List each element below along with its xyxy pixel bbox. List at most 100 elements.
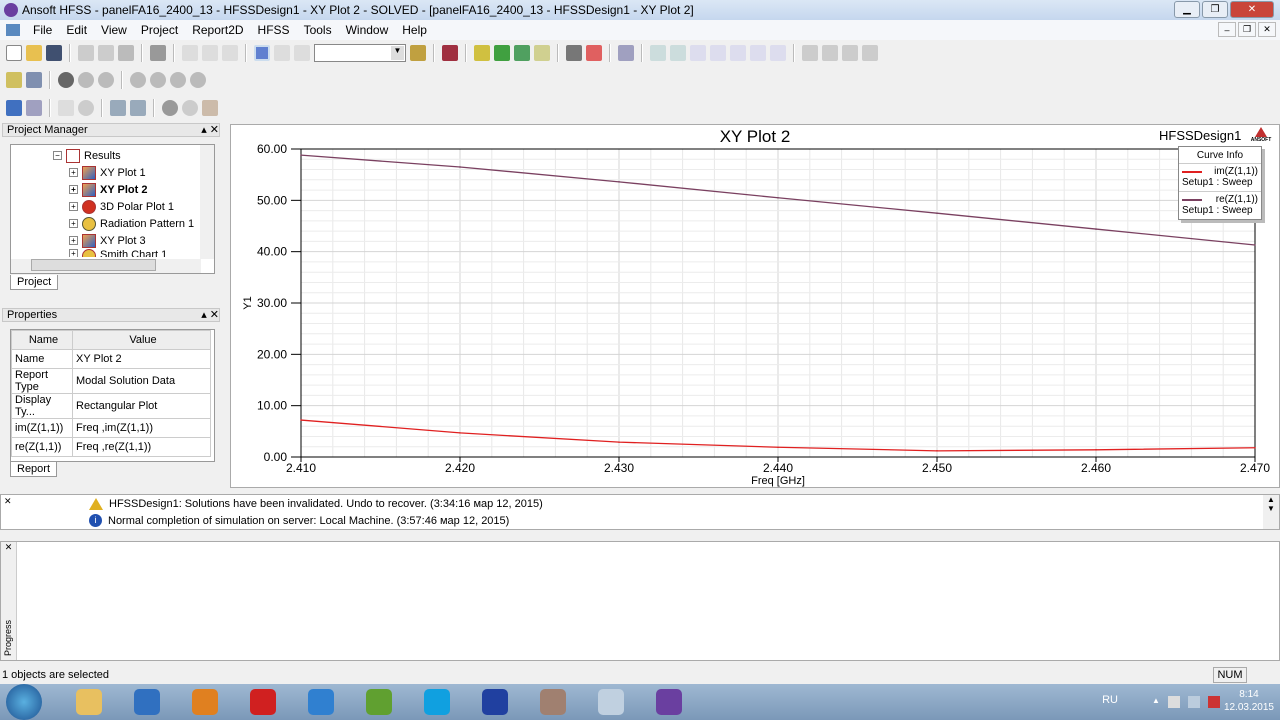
taskbar-app-tool[interactable] (526, 685, 580, 719)
show-hidden-icons[interactable]: ▲ (1152, 696, 1160, 708)
undo-icon[interactable] (202, 45, 218, 61)
taskbar-app-hfss[interactable] (642, 685, 696, 719)
select-icon[interactable] (254, 45, 270, 61)
view-2-icon[interactable] (78, 72, 94, 88)
property-row[interactable]: Name XY Plot 2 (11, 349, 211, 369)
taskbar-app-media[interactable] (120, 685, 174, 719)
help-icon[interactable] (6, 72, 22, 88)
taskbar-app-calculator[interactable] (584, 685, 638, 719)
property-row[interactable]: Report Type Modal Solution Data (11, 368, 211, 394)
tree-item-xy-plot-1[interactable]: + XY Plot 1 (69, 164, 146, 181)
print-icon[interactable] (150, 45, 166, 61)
panel-pin-close-button[interactable]: ▴ ✕ (201, 124, 219, 136)
taskbar-app-opera[interactable] (236, 685, 290, 719)
view-7-icon[interactable] (190, 72, 206, 88)
menu-file[interactable]: File (26, 23, 59, 37)
menu-tools[interactable]: Tools (297, 23, 339, 37)
marker-peak-icon[interactable] (710, 45, 726, 61)
design-icon[interactable] (442, 45, 458, 61)
mdi-restore-button[interactable]: ❐ (1238, 22, 1256, 37)
xy-plot-chart[interactable]: 2.410 2.420 2.430 2.440 2.450 2.460 2.470 0.00 1… (231, 125, 1279, 487)
zoom-out-icon[interactable] (130, 100, 146, 116)
clock[interactable]: 8:14 12.03.2015 (1224, 688, 1274, 714)
close-button[interactable]: ✕ (1230, 1, 1274, 18)
back-icon[interactable] (822, 45, 838, 61)
property-row[interactable]: Display Ty... Rectangular Plot (11, 393, 211, 419)
menu-hfss[interactable]: HFSS (251, 23, 297, 37)
tree-vertical-scrollbar[interactable] (200, 145, 214, 259)
property-row[interactable]: re(Z(1,1)) Freq ,re(Z(1,1)) (11, 437, 211, 457)
legend[interactable]: Curve Info im(Z(1,1)) Setup1 : Sweep re(… (1178, 146, 1262, 220)
plot-icon[interactable] (618, 45, 634, 61)
tab-project[interactable]: Project (10, 275, 59, 290)
analyze-icon[interactable] (494, 45, 510, 61)
view-4-icon[interactable] (130, 72, 146, 88)
context-help-icon[interactable] (26, 72, 42, 88)
view-5-icon[interactable] (150, 72, 166, 88)
tray-app-icon[interactable] (1168, 696, 1180, 708)
taskbar-app-save[interactable] (468, 685, 522, 719)
mdi-close-button[interactable]: ✕ (1258, 22, 1276, 37)
redo-icon[interactable] (222, 45, 238, 61)
first-icon[interactable] (802, 45, 818, 61)
marker-prev-icon[interactable] (770, 45, 786, 61)
model-icon[interactable] (6, 100, 22, 116)
field-icon[interactable] (566, 45, 582, 61)
language-indicator[interactable]: RU (1102, 694, 1118, 706)
report-icon[interactable] (586, 45, 602, 61)
variables-icon[interactable] (410, 45, 426, 61)
save-icon[interactable] (46, 45, 62, 61)
network-icon[interactable] (1188, 696, 1200, 708)
taskbar-app-mail[interactable] (294, 685, 348, 719)
taskbar-app-skype[interactable] (410, 685, 464, 719)
tree-item-xy-plot-3[interactable]: + XY Plot 3 (69, 232, 146, 249)
last-icon[interactable] (862, 45, 878, 61)
move-up-icon[interactable] (274, 45, 290, 61)
tree-item-xy-plot-2[interactable]: + XY Plot 2 (69, 181, 147, 198)
hierarchy-icon[interactable] (294, 45, 310, 61)
tree-item-radiation-pattern-1[interactable]: + Radiation Pattern 1 (69, 215, 194, 232)
tree-item-smith-chart-1[interactable]: + Smith Chart 1 (69, 249, 167, 257)
tab-report[interactable]: Report (10, 462, 58, 477)
panel-pin-close-button[interactable]: ▴ ✕ (201, 309, 219, 321)
menu-report2d[interactable]: Report2D (185, 23, 250, 37)
menu-edit[interactable]: Edit (59, 23, 94, 37)
taskbar-app-explorer[interactable] (62, 685, 116, 719)
tree-item-results[interactable]: − Results (53, 147, 121, 164)
tree-horizontal-scrollbar[interactable] (11, 259, 201, 273)
fit-all-icon[interactable] (162, 100, 178, 116)
validate-icon[interactable] (474, 45, 490, 61)
tree-item-3d-polar-plot-1[interactable]: +3D Polar Plot 1 (69, 198, 174, 215)
marker-max-icon[interactable] (670, 45, 686, 61)
zoom-in-icon[interactable] (110, 100, 126, 116)
message-item[interactable]: i Normal completion of simulation on serv… (89, 514, 509, 527)
menu-view[interactable]: View (94, 23, 134, 37)
zoom-icon[interactable] (182, 100, 198, 116)
volume-muted-icon[interactable] (1208, 696, 1220, 708)
minimize-button[interactable]: ▁ (1174, 1, 1200, 18)
marker-min-icon[interactable] (690, 45, 706, 61)
pan-icon[interactable] (58, 100, 74, 116)
mdi-minimize-button[interactable]: – (1218, 22, 1236, 37)
maximize-button[interactable]: ❐ (1202, 1, 1228, 18)
mesh-icon[interactable] (26, 100, 42, 116)
selection-dropdown[interactable] (314, 44, 406, 62)
marker-icon[interactable] (650, 45, 666, 61)
legend-entry-re[interactable]: re(Z(1,1)) Setup1 : Sweep (1179, 192, 1261, 220)
progress-close-button[interactable]: ✕ (1, 542, 16, 553)
view-icon[interactable] (58, 72, 74, 88)
copy-icon[interactable] (98, 45, 114, 61)
menu-window[interactable]: Window (339, 23, 396, 37)
taskbar-app-player[interactable] (178, 685, 232, 719)
forward-icon[interactable] (842, 45, 858, 61)
paste-icon[interactable] (118, 45, 134, 61)
view-6-icon[interactable] (170, 72, 186, 88)
message-close-button[interactable]: ✕ (4, 497, 12, 506)
property-row[interactable]: im(Z(1,1)) Freq ,im(Z(1,1)) (11, 418, 211, 438)
new-icon[interactable] (6, 45, 22, 61)
marker-next-icon[interactable] (750, 45, 766, 61)
delete-icon[interactable] (182, 45, 198, 61)
plot-window[interactable]: 2.410 2.420 2.430 2.440 2.450 2.460 2.470 0.00 1… (230, 124, 1280, 488)
menu-help[interactable]: Help (395, 23, 434, 37)
menu-project[interactable]: Project (134, 23, 185, 37)
